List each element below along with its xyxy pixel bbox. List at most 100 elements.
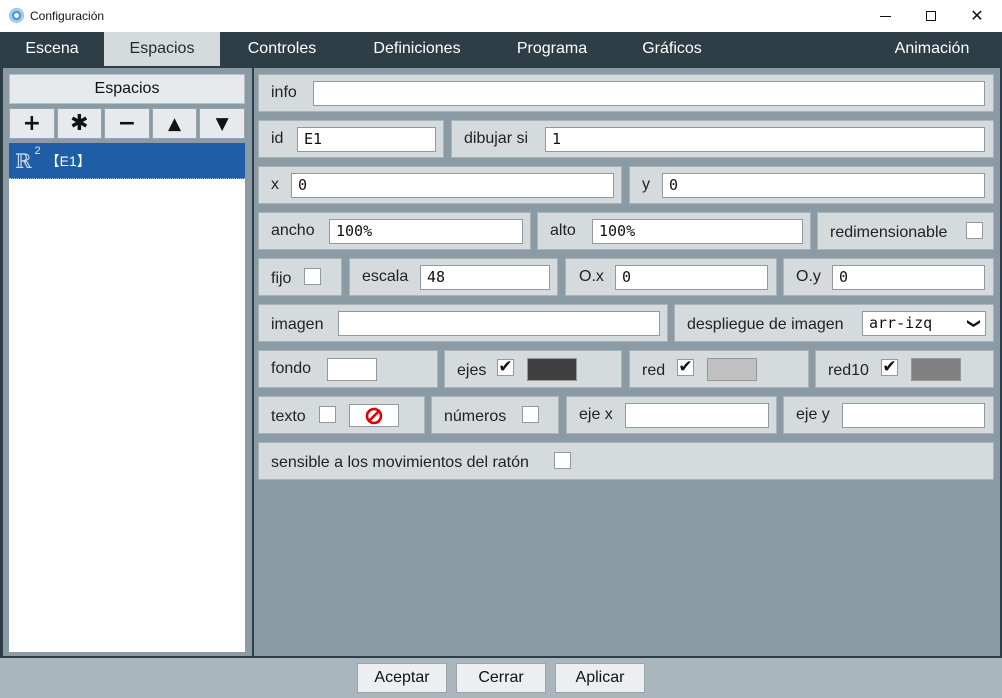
tab-animacion[interactable]: Animación (872, 32, 992, 66)
id-row: id E1 (258, 120, 444, 158)
tab-programa[interactable]: Programa (498, 32, 606, 66)
tab-controles[interactable]: Controles (222, 32, 342, 66)
move-up-button[interactable]: ▲ (151, 108, 198, 139)
id-label: id (271, 130, 284, 147)
aplicar-button[interactable]: Aplicar (555, 663, 645, 693)
dibujar-si-input[interactable]: 1 (545, 127, 985, 152)
oy-label: O.y (796, 268, 821, 285)
texto-row: texto (258, 396, 425, 434)
texto-color-button[interactable] (349, 404, 399, 427)
close-button[interactable]: ✕ (954, 0, 1000, 32)
red-label: red (642, 362, 666, 379)
maximize-button[interactable] (908, 0, 954, 32)
despliegue-select[interactable]: arr-izq ❯ (862, 311, 986, 336)
eje-x-label: eje x (579, 406, 613, 423)
texto-label: texto (271, 408, 306, 425)
properties-panel: info id E1 dibujar si 1 x 0 y 0 ancho 10… (254, 68, 1000, 656)
ejes-row: ejes ✔ (444, 350, 622, 388)
spaces-panel: Espacios + ✱ − ▲ ▼ ℝ2 【E1】 (3, 68, 252, 656)
imagen-input[interactable] (338, 311, 660, 336)
red10-checkbox[interactable]: ✔ (881, 359, 898, 376)
arrow-down-icon: ▼ (215, 113, 229, 134)
window-title: Configuración (30, 9, 105, 23)
tab-espacios[interactable]: Espacios (104, 32, 220, 66)
chevron-down-icon: ❯ (966, 318, 982, 329)
y-label: y (642, 176, 650, 193)
tab-bar: Escena Espacios Controles Definiciones P… (0, 32, 1002, 66)
info-input[interactable] (313, 81, 985, 106)
main-area: Espacios + ✱ − ▲ ▼ ℝ2 【E1】 info id E1 di… (0, 66, 1002, 658)
red10-label: red10 (828, 362, 869, 379)
ox-row: O.x 0 (565, 258, 777, 296)
ejes-color-swatch[interactable] (527, 358, 577, 381)
y-input[interactable]: 0 (662, 173, 985, 198)
ejes-checkbox[interactable]: ✔ (497, 359, 514, 376)
x-row: x 0 (258, 166, 622, 204)
list-item[interactable]: ℝ2 【E1】 (9, 143, 245, 179)
eje-y-input[interactable] (842, 403, 985, 428)
bottom-bar: Aceptar Cerrar Aplicar (0, 658, 1002, 698)
ox-input[interactable]: 0 (615, 265, 768, 290)
spaces-toolbar: + ✱ − ▲ ▼ (9, 108, 245, 139)
ox-label: O.x (579, 268, 604, 285)
numeros-row: números (431, 396, 559, 434)
despliegue-value: arr-izq (869, 314, 933, 332)
numeros-checkbox[interactable] (522, 406, 539, 423)
plus-icon: + (22, 111, 42, 136)
y-row: y 0 (629, 166, 994, 204)
fondo-row: fondo (258, 350, 438, 388)
ancho-input[interactable]: 100% (329, 219, 523, 244)
red-row: red ✔ (629, 350, 809, 388)
numeros-label: números (444, 408, 507, 425)
red10-row: red10 ✔ (815, 350, 994, 388)
sensible-checkbox[interactable] (554, 452, 571, 469)
minimize-button[interactable] (862, 0, 908, 32)
alto-row: alto 100% (537, 212, 811, 250)
fijo-checkbox[interactable] (304, 268, 321, 285)
red10-color-swatch[interactable] (911, 358, 961, 381)
spaces-list: ℝ2 【E1】 (9, 143, 245, 652)
no-color-icon (365, 407, 383, 424)
x-input[interactable]: 0 (291, 173, 614, 198)
info-row: info (258, 74, 994, 112)
texto-checkbox[interactable] (319, 406, 336, 423)
aceptar-button[interactable]: Aceptar (357, 663, 447, 693)
tab-escena[interactable]: Escena (0, 32, 104, 66)
spaces-header: Espacios (9, 74, 245, 104)
x-label: x (271, 176, 279, 193)
ejes-label: ejes (457, 362, 487, 379)
tab-definiciones[interactable]: Definiciones (354, 32, 480, 66)
alto-label: alto (550, 222, 576, 239)
despliegue-label: despliegue de imagen (687, 316, 844, 333)
add-space-button[interactable]: + (9, 108, 55, 139)
space-label: 【E1】 (45, 152, 91, 169)
redimensionable-row: redimensionable (817, 212, 994, 250)
copy-space-button[interactable]: ✱ (56, 108, 103, 139)
eje-y-label: eje y (796, 406, 830, 423)
tab-graficos[interactable]: Gráficos (626, 32, 718, 66)
move-down-button[interactable]: ▼ (199, 108, 245, 139)
redimensionable-label: redimensionable (830, 224, 948, 241)
id-input[interactable]: E1 (297, 127, 436, 152)
app-icon (9, 8, 24, 23)
alto-input[interactable]: 100% (592, 219, 803, 244)
info-label: info (271, 84, 297, 101)
redimensionable-checkbox[interactable] (966, 222, 983, 239)
dibujar-si-label: dibujar si (464, 130, 529, 147)
cerrar-button[interactable]: Cerrar (456, 663, 546, 693)
minus-icon: − (117, 111, 137, 136)
oy-input[interactable]: 0 (832, 265, 985, 290)
red-checkbox[interactable]: ✔ (677, 359, 694, 376)
close-icon: ✕ (970, 8, 984, 25)
remove-space-button[interactable]: − (104, 108, 150, 139)
escala-row: escala 48 (349, 258, 558, 296)
asterisk-icon: ✱ (70, 111, 89, 136)
red-color-swatch[interactable] (707, 358, 757, 381)
oy-row: O.y 0 (783, 258, 994, 296)
imagen-row: imagen (258, 304, 668, 342)
escala-input[interactable]: 48 (420, 265, 550, 290)
sensible-row: sensible a los movimientos del ratón (258, 442, 994, 480)
eje-x-input[interactable] (625, 403, 769, 428)
title-bar: Configuración ✕ (0, 0, 1002, 32)
fondo-color-swatch[interactable] (327, 358, 377, 381)
